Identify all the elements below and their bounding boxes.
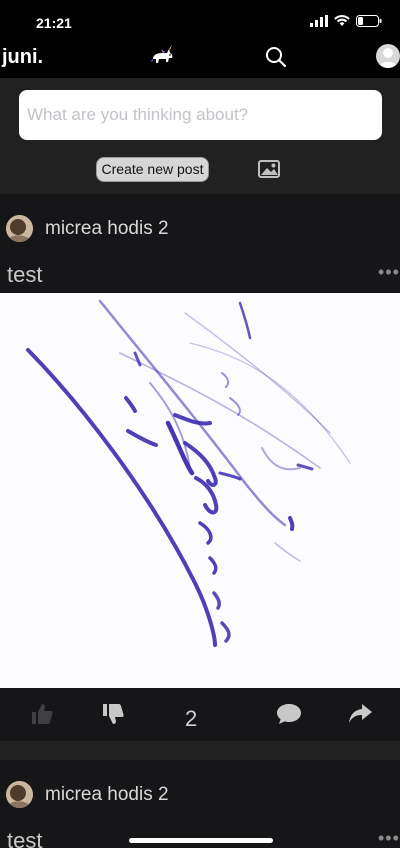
share-icon[interactable] xyxy=(347,702,373,726)
post-actions: 2 xyxy=(0,688,400,741)
post-input[interactable] xyxy=(19,90,382,140)
like-icon[interactable] xyxy=(30,702,54,726)
dislike-icon[interactable] xyxy=(101,702,125,726)
home-indicator[interactable] xyxy=(129,838,273,843)
author-photo-icon xyxy=(6,781,33,808)
status-icons xyxy=(310,15,382,27)
author-avatar[interactable] xyxy=(6,781,33,808)
signal-icon xyxy=(310,15,328,27)
battery-icon xyxy=(356,15,382,27)
post-card: micrea hodis 2 test ••• xyxy=(0,194,400,741)
post-image[interactable] xyxy=(0,293,400,688)
create-post-button[interactable]: Create new post xyxy=(96,157,209,182)
wifi-icon xyxy=(334,15,350,26)
handwriting-image xyxy=(26,299,351,647)
image-icon[interactable] xyxy=(258,160,280,178)
author-name[interactable]: micrea hodis 2 xyxy=(45,784,169,806)
post-author[interactable]: micrea hodis 2 xyxy=(6,215,169,242)
vote-count: 2 xyxy=(185,706,198,731)
author-photo-icon xyxy=(6,215,33,242)
post-divider xyxy=(0,741,400,760)
avatar-silhouette-icon xyxy=(378,48,398,68)
search-icon[interactable] xyxy=(264,45,288,69)
status-time: 21:21 xyxy=(36,15,72,31)
more-icon[interactable]: ••• xyxy=(378,828,400,848)
app-logo[interactable]: juni. xyxy=(2,46,43,69)
status-bar: 21:21 xyxy=(0,0,400,44)
more-icon[interactable]: ••• xyxy=(378,262,400,283)
author-avatar[interactable] xyxy=(6,215,33,242)
post-text: test xyxy=(7,262,43,287)
post-composer: Create new post xyxy=(0,78,400,194)
author-name[interactable]: micrea hodis 2 xyxy=(45,218,169,240)
comment-icon[interactable] xyxy=(276,702,302,726)
avatar-icon[interactable] xyxy=(376,44,400,68)
post-card: micrea hodis 2 test ••• xyxy=(0,760,400,848)
post-text: test xyxy=(7,828,43,848)
unicorn-icon[interactable] xyxy=(149,45,175,69)
app-header: juni. xyxy=(0,44,400,78)
post-author[interactable]: micrea hodis 2 xyxy=(6,781,169,808)
